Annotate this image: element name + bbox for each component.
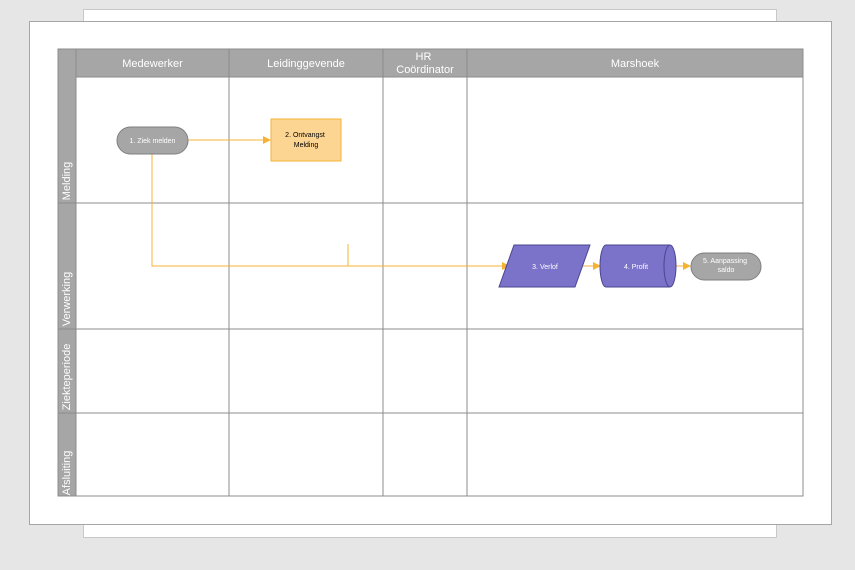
- connector-1-to-3: [151, 154, 510, 270]
- cross-functional-flowchart: Medewerker Leidinggevende HR Coördinator…: [57, 48, 804, 497]
- node-ontvangst-melding[interactable]: 2. Ontvangst Melding: [270, 118, 342, 162]
- swimlane-grid: [58, 49, 804, 497]
- node-verlof[interactable]: 3. Verlof: [498, 244, 591, 288]
- node-label: 4. Profit: [624, 264, 648, 271]
- lane-header-leidinggevende: Leidinggevende: [267, 58, 345, 70]
- node-profit[interactable]: 4. Profit: [599, 244, 677, 288]
- lane-header-marshoek: Marshoek: [611, 58, 660, 70]
- phase-label-afsluiting: Afsluiting: [61, 451, 73, 496]
- phase-label-melding: Melding: [61, 162, 73, 201]
- node-aanpassing-saldo[interactable]: 5. Aanpassing saldo: [690, 252, 762, 281]
- phase-label-verwerking: Verwerking: [61, 272, 73, 326]
- phase-label-ziekteperiode: Ziekteperiode: [61, 344, 73, 411]
- node-ziek-melden[interactable]: 1. Ziek melden: [116, 126, 189, 155]
- node-label: 1. Ziek melden: [130, 138, 176, 145]
- process-shape: [270, 118, 342, 162]
- lane-header-medewerker: Medewerker: [122, 58, 183, 70]
- node-label: 3. Verlof: [532, 264, 558, 271]
